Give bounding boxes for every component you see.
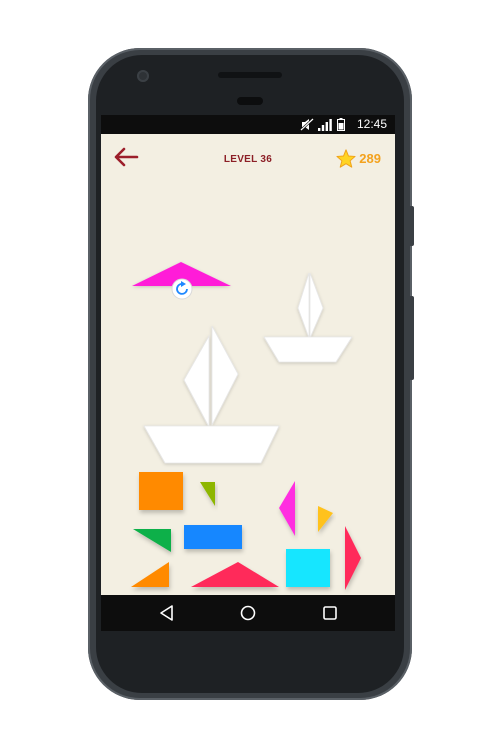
orange-square[interactable] [139, 472, 183, 510]
nav-home-button[interactable] [238, 603, 258, 623]
yellow-small-triangle[interactable] [318, 506, 333, 532]
blue-rectangle[interactable] [184, 525, 242, 549]
green-triangle[interactable] [133, 529, 171, 552]
status-time: 12:45 [356, 117, 387, 131]
status-icons [300, 117, 345, 132]
status-bar: 12:45 [101, 115, 395, 134]
power-button [409, 296, 414, 380]
pink-triangle[interactable] [345, 526, 361, 590]
app-screen: 12:45 LEVEL 36 289 [101, 115, 395, 630]
small-sailboat-silhouette [263, 272, 353, 363]
nav-recents-button[interactable] [320, 603, 340, 623]
nav-back-button[interactable] [157, 603, 177, 623]
rotate-button[interactable] [171, 278, 193, 300]
battery-icon [337, 118, 345, 131]
front-camera [137, 70, 149, 82]
red-triangle[interactable] [191, 562, 279, 587]
nav-home-icon [240, 605, 256, 621]
signal-icon [318, 118, 332, 131]
score-counter[interactable]: 289 [336, 149, 381, 168]
score-value: 289 [359, 151, 381, 166]
cyan-square[interactable] [286, 549, 330, 587]
nav-back-icon [160, 605, 173, 621]
proximity-sensor [237, 97, 263, 105]
volume-button [409, 206, 414, 246]
olive-small-triangle[interactable] [200, 482, 215, 506]
nav-recents-icon [323, 606, 337, 620]
star-icon [336, 149, 356, 168]
orange-triangle[interactable] [131, 562, 169, 587]
mute-icon [300, 118, 314, 131]
large-sailboat-silhouette [143, 325, 280, 464]
game-header: LEVEL 36 289 [101, 134, 395, 184]
earpiece-speaker [218, 72, 282, 78]
magenta-tall-triangle[interactable] [279, 481, 295, 536]
android-nav-bar [101, 595, 395, 631]
playfield [131, 262, 361, 590]
